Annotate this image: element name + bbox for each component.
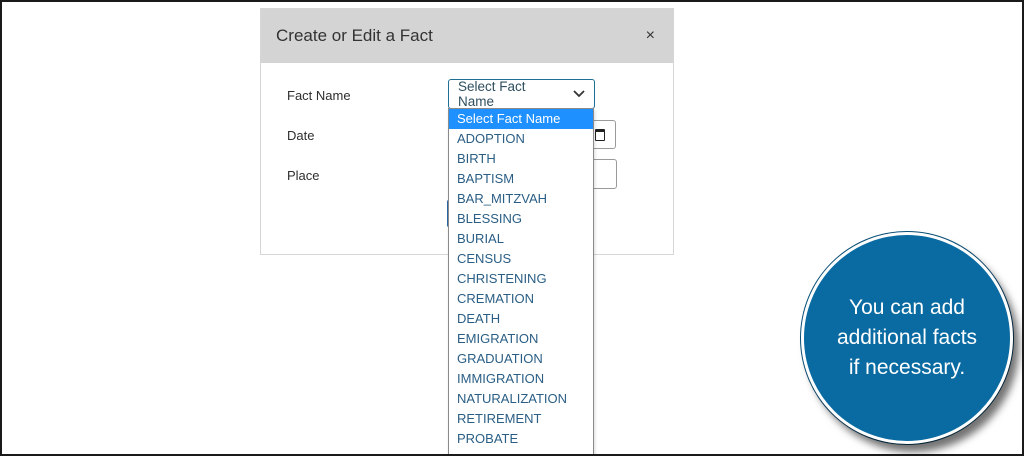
fact-name-dropdown-list: Select Fact Name ADOPTION BIRTH BAPTISM BAR_… — [448, 108, 594, 456]
dropdown-option[interactable]: IMMIGRATION — [449, 369, 593, 389]
dropdown-option[interactable]: GRADUATION — [449, 349, 593, 369]
callout-bubble: You can add additional facts if necessary. — [801, 232, 1013, 444]
dropdown-option[interactable]: DEATH — [449, 309, 593, 329]
dropdown-option[interactable]: Select Fact Name — [449, 109, 593, 129]
place-label: Place — [287, 168, 320, 183]
modal-header: Create or Edit a Fact × — [261, 9, 673, 63]
dropdown-option[interactable]: BURIAL — [449, 229, 593, 249]
dropdown-option[interactable]: ADOPTION — [449, 129, 593, 149]
dropdown-option[interactable]: BAPTISM — [449, 169, 593, 189]
dropdown-option[interactable]: BIRTH — [449, 149, 593, 169]
dropdown-option[interactable]: BLESSING — [449, 209, 593, 229]
close-button[interactable]: × — [646, 28, 655, 44]
fact-name-select[interactable]: Select Fact Name — [448, 79, 595, 109]
dropdown-option[interactable]: CREMATION — [449, 289, 593, 309]
dropdown-option[interactable]: CENSUS — [449, 249, 593, 269]
chevron-down-icon — [564, 80, 594, 108]
calendar-icon[interactable] — [595, 129, 605, 141]
modal-title: Create or Edit a Fact — [276, 26, 433, 45]
dropdown-option[interactable]: PROBATE — [449, 429, 593, 449]
dropdown-option[interactable]: CHRISTENING — [449, 269, 593, 289]
dropdown-option[interactable]: RETIREMENT — [449, 409, 593, 429]
callout-text-line: additional facts — [836, 326, 978, 349]
dropdown-option[interactable]: BAR_MITZVAH — [449, 189, 593, 209]
fact-name-select-value: Select Fact Name — [458, 79, 526, 109]
fact-name-label: Fact Name — [287, 88, 351, 103]
callout-text-line: if necessary. — [848, 356, 966, 379]
dropdown-option[interactable]: NATURALIZATION — [449, 389, 593, 409]
dropdown-option[interactable]: EMIGRATION — [449, 329, 593, 349]
date-label: Date — [287, 128, 315, 143]
callout-text-line: You can add — [848, 296, 965, 319]
